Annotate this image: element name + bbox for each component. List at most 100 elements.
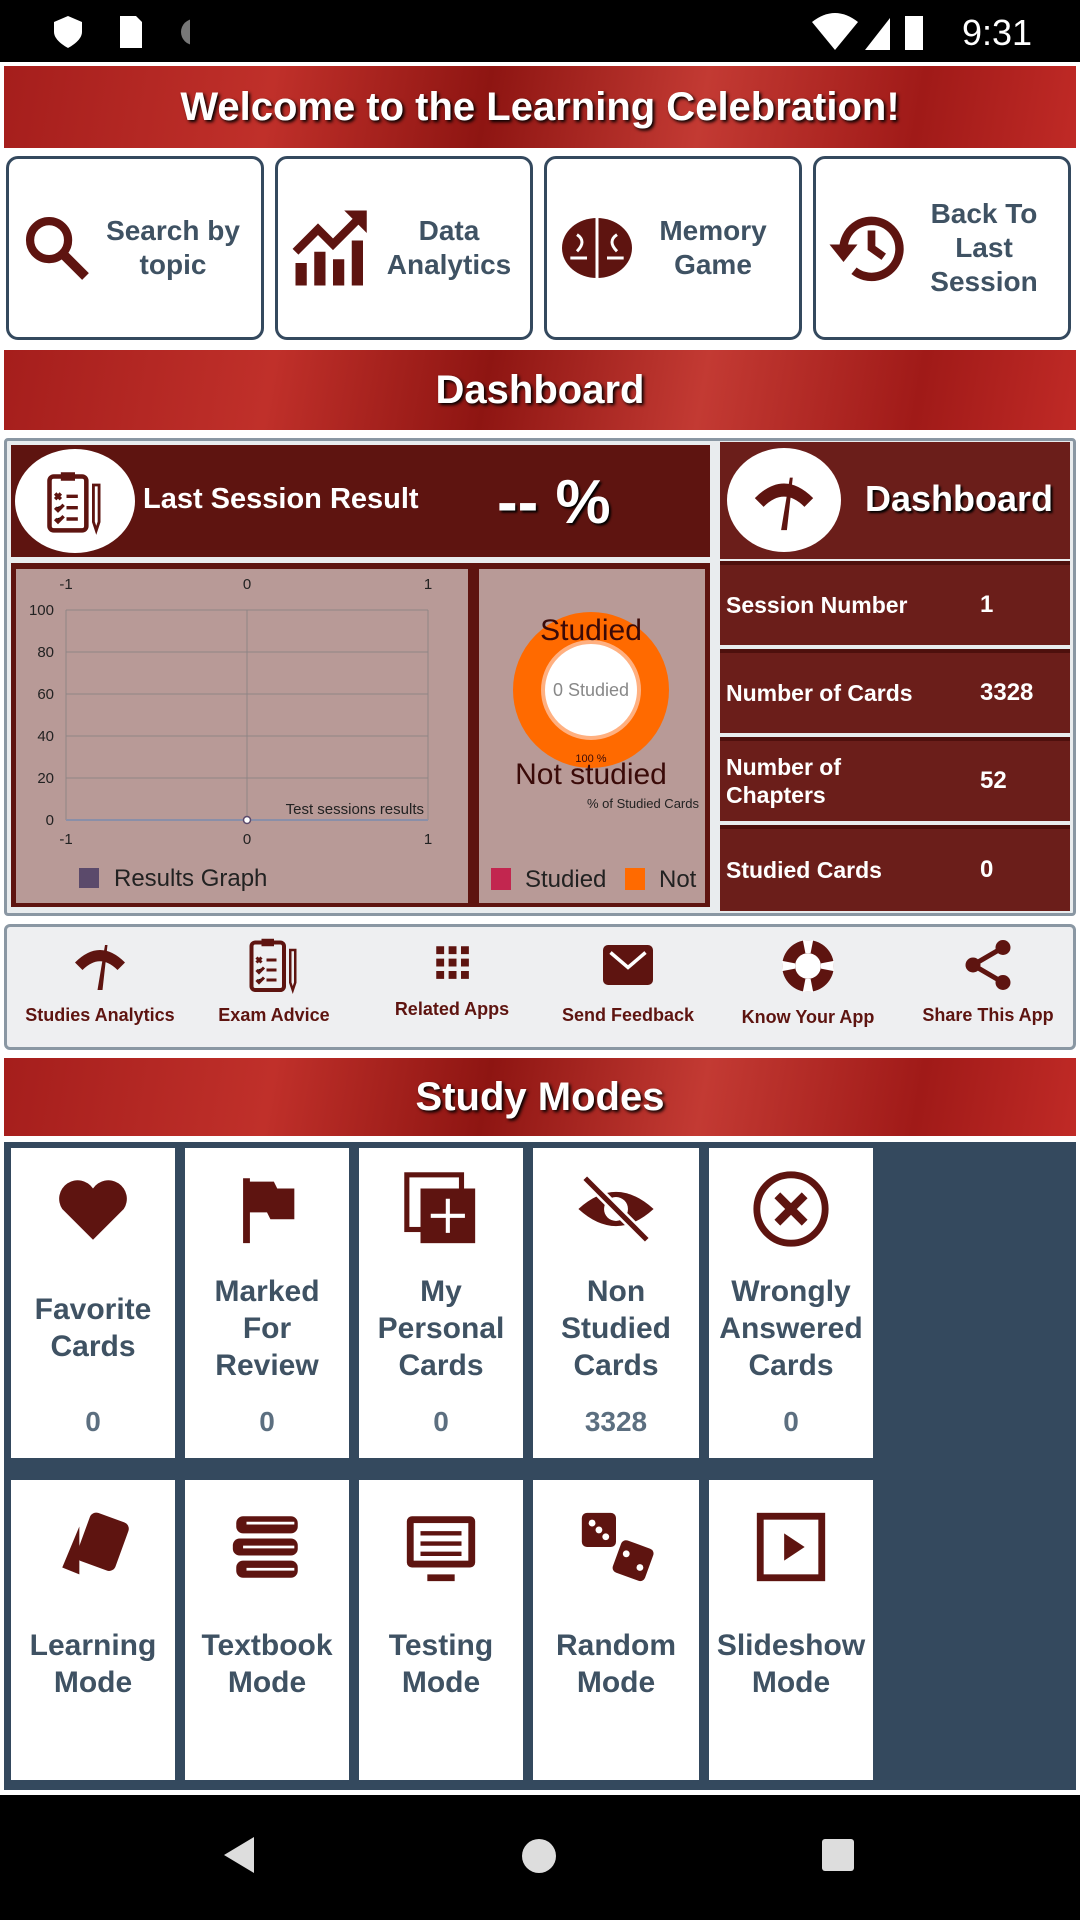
y-tick-label: 60: [37, 686, 54, 703]
share-icon: [965, 940, 1011, 990]
back-to-last-session-button[interactable]: Back To Last Session: [813, 156, 1071, 340]
study-mode-my-personal-cards[interactable]: My Personal Cards 0: [356, 1145, 526, 1461]
chart-description: Test sessions results: [286, 801, 424, 818]
x-tick-label: 0: [243, 576, 251, 593]
legend-label: Results Graph: [114, 865, 267, 892]
study-mode-non-studied-cards[interactable]: Non Studied Cards 3328: [530, 1145, 702, 1461]
x-tick-label: 1: [424, 576, 432, 593]
mode-label: Textbook Mode: [201, 1629, 333, 1699]
mode-count: 0: [259, 1406, 275, 1437]
study-mode-textbook-mode[interactable]: Textbook Mode: [182, 1477, 352, 1783]
search-by-topic-button[interactable]: Search by topic: [6, 156, 264, 340]
donut-center-text: 0 Studied: [553, 680, 629, 700]
related-apps-button[interactable]: Related Apps: [367, 935, 537, 1020]
stat-label: Number of Cards: [726, 679, 913, 706]
mode-label: My Personal Cards: [377, 1274, 505, 1382]
study-mode-favorite-cards[interactable]: Favorite Cards 0: [8, 1145, 178, 1461]
brain-icon: [562, 218, 632, 278]
stat-label: Session Number: [726, 591, 908, 618]
y-tick-label: 80: [37, 644, 54, 661]
stat-number-of-cards: Number of Cards 3328: [720, 649, 1070, 733]
study-mode-wrongly-answered-cards[interactable]: Wrongly Answered Cards 0: [706, 1145, 876, 1461]
exam-advice-button[interactable]: Exam Advice: [189, 935, 359, 1026]
share-this-app-button[interactable]: Share This App: [903, 935, 1073, 1026]
memory-game-button[interactable]: Memory Game: [544, 156, 802, 340]
play-icon: [756, 1512, 826, 1582]
stat-value: 0: [980, 856, 994, 883]
slice-label-studied: Studied: [540, 614, 642, 647]
search-icon: [25, 216, 89, 280]
welcome-banner: Welcome to the Learning Celebration!: [4, 66, 1076, 148]
study-mode-testing-mode[interactable]: Testing Mode: [356, 1477, 526, 1783]
gauge-icon: [75, 945, 125, 990]
notification-icons: [54, 16, 190, 48]
stat-number-of-chapters: Number of Chapters 52: [720, 737, 1070, 821]
x-tick-label: -1: [59, 831, 72, 848]
flag-icon: [243, 1178, 295, 1244]
grid-icon: [436, 946, 469, 979]
results-line-chart: 020406080100-1-10011Test sessions result…: [16, 569, 468, 903]
data-analytics-button[interactable]: Data Analytics: [275, 156, 533, 340]
dashboard-banner: Dashboard: [4, 350, 1076, 430]
dashboard-card-header: Dashboard: [720, 442, 1070, 559]
legend-swatch: [625, 868, 645, 890]
mode-label: Marked For Review: [214, 1274, 320, 1382]
dashboard-card-title: Dashboard: [865, 478, 1054, 519]
lifebuoy-icon: [782, 940, 834, 992]
x-circle-icon: [753, 1171, 829, 1247]
send-feedback-button[interactable]: Send Feedback: [543, 935, 713, 1026]
stat-label: Number of Chapters: [726, 754, 841, 808]
y-tick-label: 40: [37, 728, 54, 745]
last-session-header: Last Session Result -- %: [11, 445, 710, 557]
heart-icon: [59, 1180, 127, 1240]
study-mode-learning-mode[interactable]: Learning Mode: [8, 1477, 178, 1783]
stat-value: 3328: [980, 679, 1034, 706]
studies-analytics-button[interactable]: Studies Analytics: [15, 935, 185, 1026]
stat-value: 1: [980, 591, 994, 618]
mode-label: Random Mode: [556, 1629, 676, 1699]
dice-icon: [581, 1512, 654, 1582]
mode-label: Favorite Cards: [34, 1293, 152, 1363]
legend-label: Studied: [525, 866, 606, 893]
back-nav-button[interactable]: [222, 1835, 258, 1875]
data-point: [242, 815, 252, 825]
cards-icon: [62, 1512, 129, 1575]
study-modes-banner: Study Modes: [4, 1058, 1076, 1136]
eye-off-icon: [578, 1174, 654, 1244]
know-your-app-button[interactable]: Know Your App: [723, 935, 893, 1028]
stat-studied-cards: Studied Cards 0: [720, 825, 1070, 911]
study-mode-slideshow-mode[interactable]: Slideshow Mode: [706, 1477, 876, 1783]
mode-label: Non Studied Cards: [561, 1274, 671, 1382]
last-session-value: -- %: [497, 468, 611, 537]
action-label: Exam Advice: [218, 1005, 330, 1025]
legend-swatch: [491, 868, 511, 890]
action-bar: Studies Analytics Exam Advice Related Ap…: [4, 924, 1076, 1050]
stat-session-number: Session Number 1: [720, 561, 1070, 645]
add-card-icon: [404, 1172, 476, 1244]
x-tick-label: 1: [424, 831, 432, 848]
mode-label: Testing Mode: [388, 1629, 494, 1699]
history-icon: [829, 216, 904, 282]
stat-label: Studied Cards: [726, 856, 882, 883]
mode-label: Slideshow Mode: [716, 1629, 866, 1699]
study-mode-random-mode[interactable]: Random Mode: [530, 1477, 702, 1783]
slice-label-not-studied: Not studied: [515, 758, 667, 791]
studied-donut-chart: 0 StudiedStudied100 %Not studied% of Stu…: [479, 569, 705, 903]
status-bar: 9:31: [0, 0, 1080, 62]
monitor-icon: [406, 1516, 476, 1582]
trending-up-chart-icon: [292, 210, 367, 286]
recents-nav-button[interactable]: [821, 1838, 855, 1872]
navigation-bar: [0, 1795, 1080, 1920]
clipboard-checklist-icon: [249, 938, 297, 994]
study-mode-marked-for-review[interactable]: Marked For Review 0: [182, 1145, 352, 1461]
mode-label: Wrongly Answered Cards: [719, 1274, 863, 1382]
legend-swatch: [79, 868, 99, 888]
home-nav-button[interactable]: [520, 1837, 558, 1875]
stat-value: 52: [980, 767, 1007, 794]
clipboard-checklist-icon: [15, 449, 135, 553]
legend-label: Not: [659, 866, 697, 893]
mode-count: 0: [783, 1406, 799, 1437]
action-label: Studies Analytics: [25, 1005, 175, 1025]
clock: 9:31: [962, 12, 1033, 53]
y-tick-label: 100: [29, 602, 54, 619]
